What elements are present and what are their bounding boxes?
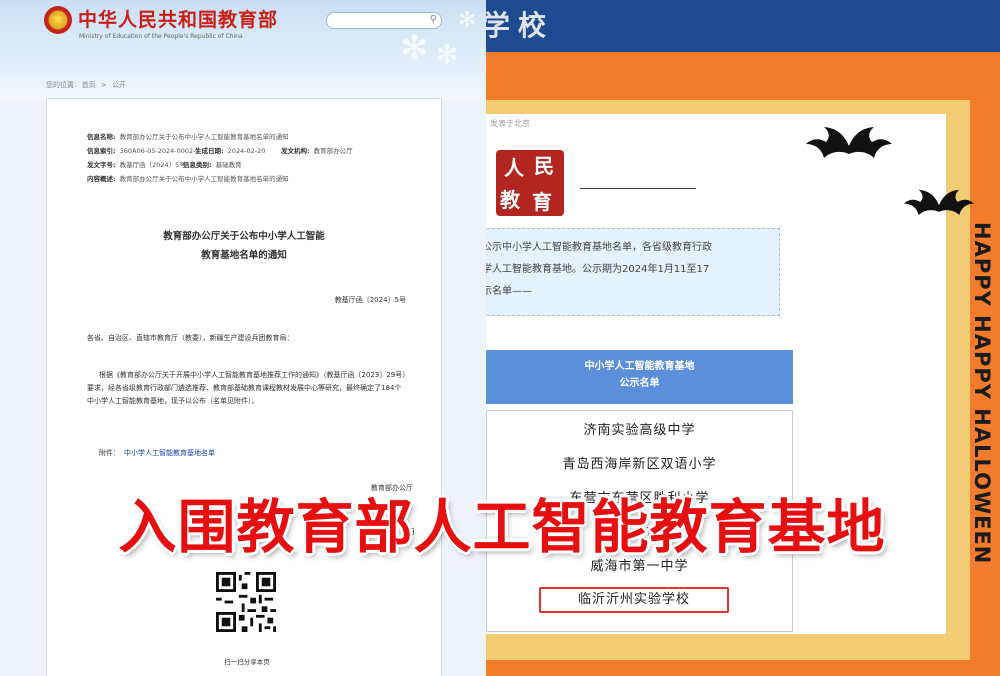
document-title: 教育部办公厅关于公布中小学人工智能 教育基地名单的通知 bbox=[47, 227, 441, 265]
meta-summary: 内容概述: 教育部办公厅关于公布中小学人工智能教育基地名单的通知 bbox=[87, 175, 289, 183]
list-item: 济南实验高级中学 bbox=[583, 423, 696, 438]
meta-type: 信息类别: 基础教育 bbox=[183, 161, 242, 169]
attachment-label: 附件： bbox=[99, 449, 120, 457]
news-panel: 学校 发表于北京 人 民 教 育 公示中小学人工智能教育基地名单，各省级教育行政… bbox=[486, 0, 1000, 676]
document-body: 根据《教育部办公厅关于开展中小学人工智能教育基地推荐工作的通知》（教基厅函〔20… bbox=[87, 371, 406, 405]
qr-code bbox=[216, 561, 276, 643]
top-banner: 学校 bbox=[486, 0, 1000, 52]
site-subtitle: Ministry of Education of the People's Re… bbox=[79, 33, 243, 40]
top-banner-text: 学校 bbox=[486, 9, 555, 42]
search-input[interactable]: ⚲ bbox=[326, 12, 442, 29]
meta-issuer: 发文机构: 教育部办公厅 bbox=[281, 147, 353, 155]
document-recipients: 各省、自治区、直辖市教育厅（教委），新疆生产建设兵团教育局： bbox=[87, 334, 294, 342]
bat-icon bbox=[806, 127, 892, 158]
school-list-header: 中小学人工智能教育基地 公示名单 bbox=[486, 350, 793, 404]
meta-date: 生成日期: 2024-02-20 bbox=[195, 147, 266, 155]
highlighted-school: 临沂沂州实验学校 bbox=[539, 587, 729, 613]
breadcrumb-separator: > bbox=[100, 81, 107, 89]
document-panel: 信息名称: 教育部办公厅关于公布中小学人工智能教育基地名单的通知 信息索引: 360… bbox=[46, 98, 442, 676]
document-title-line: 教育部办公厅关于公布中小学人工智能 bbox=[163, 231, 325, 242]
notice-line: 示名单—— bbox=[486, 286, 532, 297]
breadcrumb: 您的位置: 首页 > 公开 bbox=[46, 80, 129, 90]
halloween-text: HAPPY HAPPY HALLOWEEN bbox=[970, 222, 994, 565]
meta-name: 信息名称: 教育部办公厅关于公布中小学人工智能教育基地名单的通知 bbox=[87, 133, 289, 141]
meta-index: 信息索引: 360A06-05-2024-0002-1 bbox=[87, 147, 200, 155]
list-item: 青岛西海岸新区双语小学 bbox=[562, 457, 717, 472]
qr-caption: 扫一扫分享本页 bbox=[224, 658, 270, 666]
list-title-line: 公示名单 bbox=[619, 378, 660, 389]
search-icon[interactable]: ⚲ bbox=[430, 14, 437, 25]
published-location: 发表于北京 bbox=[490, 119, 530, 128]
breadcrumb-public-link[interactable]: 公开 bbox=[112, 81, 126, 89]
meta-docno: 发文字号: 教基厅函〔2024〕5号 bbox=[87, 161, 186, 169]
national-emblem-icon: ★ bbox=[44, 6, 72, 34]
dandelion-icon: ✻ bbox=[436, 40, 458, 70]
headline-overlay: 入围教育部人工智能教育基地 bbox=[118, 493, 886, 561]
attachment-row: 附件： 中小学人工智能教育基地名单 bbox=[99, 448, 215, 458]
notice-box: 公示中小学人工智能教育基地名单，各省级教育行政 学人工智能教育基地。公示期为20… bbox=[486, 228, 780, 316]
people-education-logo: 人 民 教 育 bbox=[496, 150, 564, 216]
breadcrumb-label: 您的位置: bbox=[46, 81, 77, 89]
bat-icon bbox=[904, 189, 974, 216]
breadcrumb-home-link[interactable]: 首页 bbox=[82, 81, 96, 89]
site-title[interactable]: 中华人民共和国教育部 bbox=[78, 5, 278, 32]
document-title-line: 教育基地名单的通知 bbox=[201, 250, 287, 261]
halloween-banner: HAPPY HAPPY HALLOWEEN bbox=[964, 222, 994, 652]
notice-line: 公示中小学人工智能教育基地名单，各省级教育行政 bbox=[486, 242, 712, 253]
site-header: ★ 中华人民共和国教育部 Ministry of Education of th… bbox=[0, 0, 486, 100]
list-title-line: 中小学人工智能教育基地 bbox=[584, 361, 695, 372]
attachment-link[interactable]: 中小学人工智能教育基地名单 bbox=[124, 449, 215, 457]
dandelion-icon: ✻ bbox=[400, 28, 429, 68]
document-number: 教基厅函〔2024〕5号 bbox=[334, 296, 406, 304]
ministry-webpage: ★ 中华人民共和国教育部 Ministry of Education of th… bbox=[0, 0, 486, 676]
notice-line: 学人工智能教育基地。公示期为2024年1月11至17 bbox=[486, 264, 710, 275]
dandelion-icon: ✻ bbox=[458, 8, 477, 33]
divider bbox=[580, 188, 696, 189]
